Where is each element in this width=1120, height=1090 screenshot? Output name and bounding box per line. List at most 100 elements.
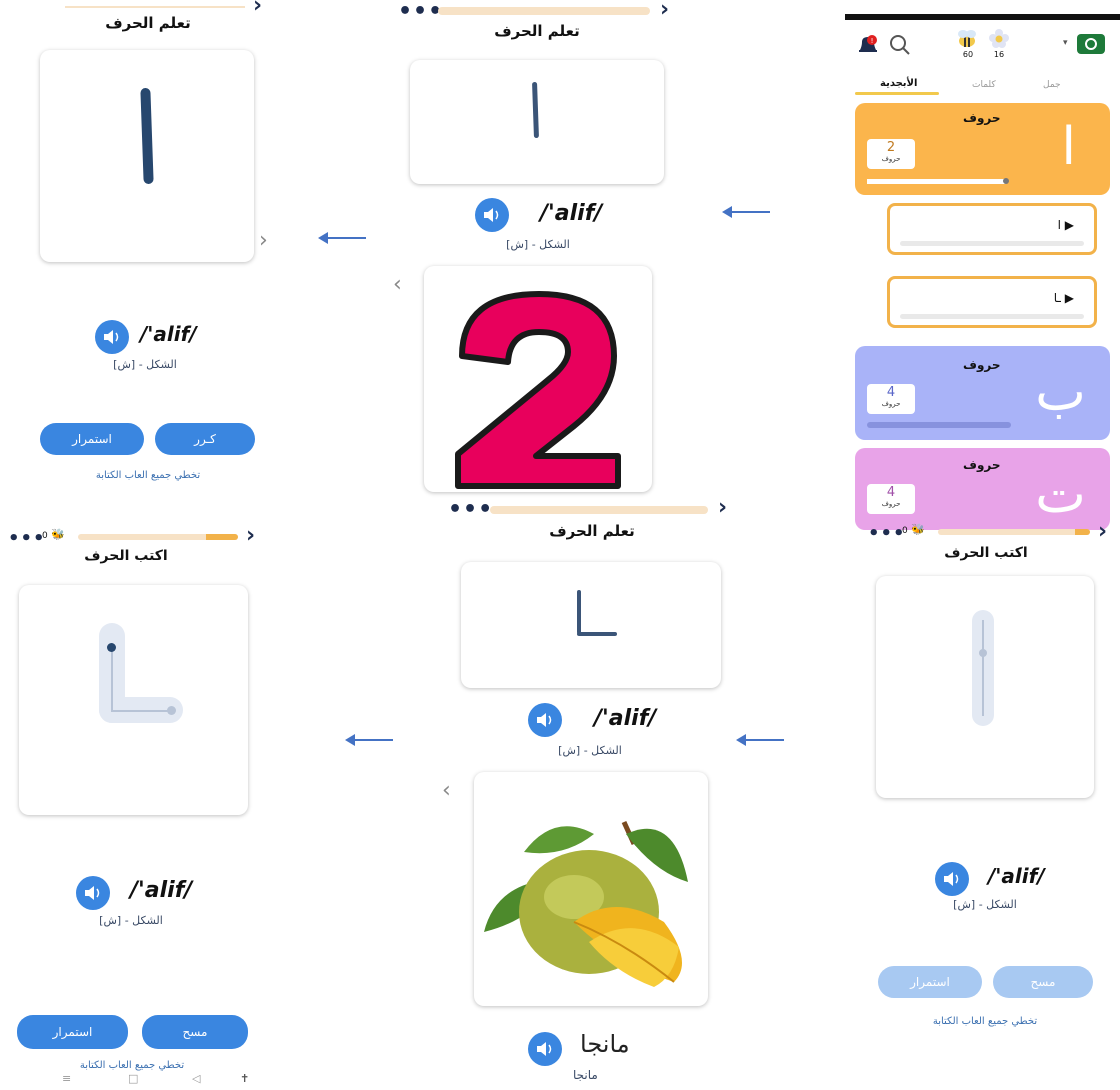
letter-count-box: 4 حروف — [867, 384, 915, 414]
lesson-label: حروف — [963, 111, 1001, 125]
form-label: [ش] - الشكل — [558, 744, 622, 757]
next-chevron-icon[interactable]: › — [259, 228, 268, 253]
speaker-icon — [537, 713, 552, 727]
exit-chevron-icon[interactable]: › — [253, 0, 262, 17]
search-icon[interactable] — [889, 34, 911, 56]
continue-button[interactable]: استمرار — [878, 966, 982, 998]
sub-lesson-label: ـا ▶ — [1053, 291, 1074, 305]
lesson-glyph: ا — [1061, 117, 1076, 177]
flow-arrow — [722, 206, 770, 218]
lesson-progress-track — [867, 422, 1011, 428]
sound-button[interactable] — [95, 320, 129, 354]
letter-stroke-horizontal — [577, 632, 617, 636]
trace-card[interactable] — [19, 585, 248, 815]
flow-arrow — [345, 734, 393, 746]
pronunciation: /'alif/ — [988, 864, 1045, 888]
letter-count: 4 — [886, 385, 896, 400]
play-icon: ▶ — [1064, 291, 1074, 305]
exit-chevron-icon[interactable]: › — [1098, 521, 1107, 543]
skip-writing-link[interactable]: تخطي جميع العاب الكتابة — [48, 470, 248, 481]
letter-card — [410, 60, 664, 184]
sub-lesson-progress — [900, 241, 1084, 246]
continue-button[interactable]: استمرار — [40, 423, 144, 455]
lesson-card-ba[interactable]: حروف 4 حروف ب — [855, 346, 1110, 440]
exit-chevron-icon[interactable]: › — [660, 0, 669, 21]
top-progress-fragment — [65, 6, 245, 8]
home-icon[interactable]: □ — [128, 1072, 138, 1085]
lesson-label: حروف — [963, 358, 1001, 372]
pronunciation: /'alif/ — [540, 201, 603, 226]
lesson-progress-bar — [438, 7, 650, 15]
letter-card — [461, 562, 721, 688]
sound-button[interactable] — [935, 862, 969, 896]
pronunciation: /'alif/ — [140, 322, 197, 346]
trace-path-line — [982, 620, 984, 716]
lesson-glyph: ب — [1035, 360, 1086, 423]
back-icon[interactable]: ◁ — [192, 1072, 200, 1085]
continue-button[interactable]: استمرار — [17, 1015, 128, 1049]
status-bar — [845, 14, 1120, 20]
sub-lesson-label: ا ▶ — [1057, 218, 1074, 232]
lesson-glyph: ت — [1035, 462, 1086, 525]
trace-path-line — [111, 643, 113, 711]
bell-icon[interactable]: ! — [857, 34, 879, 54]
speaker-icon — [484, 208, 499, 222]
form-label: [ش] - الشكل — [99, 914, 163, 927]
trace-card[interactable] — [876, 576, 1094, 798]
tab-alphabet[interactable]: الأبجدية — [880, 78, 917, 89]
letter-count-box: 2 حروف — [867, 139, 915, 169]
letter-card — [40, 50, 254, 262]
sound-button[interactable] — [475, 198, 509, 232]
bee-icon — [955, 28, 979, 50]
traced-stroke — [140, 87, 154, 185]
erase-button[interactable]: مسح — [142, 1015, 248, 1049]
mango-image — [484, 820, 688, 987]
repeat-button[interactable]: كـرر — [155, 423, 255, 455]
page-title: تعلم الحرف — [494, 22, 580, 40]
lesson-progress-bar — [78, 534, 238, 540]
menu-icon[interactable]: ≡ — [62, 1072, 71, 1085]
lesson-label: حروف — [963, 458, 1001, 472]
bee-counter: 0 🐝 — [42, 528, 65, 541]
flow-arrow — [318, 232, 366, 244]
tab-words[interactable]: كلمات — [972, 80, 996, 90]
form-label: [ش] - الشكل — [953, 898, 1017, 911]
tab-sentences[interactable]: جمل — [1043, 80, 1061, 90]
flag-icon — [1077, 34, 1105, 54]
exit-chevron-icon[interactable]: › — [718, 497, 727, 519]
exit-chevron-icon[interactable]: › — [246, 525, 255, 547]
lesson-card-alif[interactable]: حروف 2 حروف ا — [855, 103, 1110, 195]
sound-button[interactable] — [76, 876, 110, 910]
more-options-icon[interactable]: ••• — [448, 499, 493, 521]
more-options-icon[interactable]: ••• — [8, 530, 46, 548]
bee-counter: 0 🐝 — [902, 523, 925, 536]
sound-button[interactable] — [528, 703, 562, 737]
letter-count-label: حروف — [881, 155, 901, 163]
example-word: مانجا — [580, 1030, 630, 1058]
letter-count-label: حروف — [881, 400, 901, 408]
more-options-icon[interactable]: ••• — [868, 525, 906, 543]
accessibility-icon[interactable]: ✝ — [240, 1072, 249, 1085]
lesson-progress-track — [867, 178, 1009, 184]
example-word-caption: مانجا — [573, 1068, 598, 1082]
lesson-card-ta[interactable]: حروف 4 حروف ت — [855, 448, 1110, 530]
language-selector[interactable]: ▾ — [1063, 32, 1109, 56]
erase-button[interactable]: مسح — [993, 966, 1093, 998]
back-chevron-icon[interactable]: ‹ — [442, 778, 451, 803]
flower-icon — [987, 28, 1011, 50]
letter-stroke — [532, 81, 539, 139]
letter-count-box: 4 حروف — [867, 484, 915, 514]
speaker-icon — [104, 330, 119, 344]
skip-writing-link[interactable]: تخطي جميع العاب الكتابة — [885, 1016, 1085, 1027]
skip-writing-link[interactable]: تخطي جميع العاب الكتابة — [32, 1060, 232, 1071]
trace-start-dot[interactable] — [107, 643, 116, 652]
example-image-card — [424, 266, 652, 492]
lesson-progress-fill — [867, 179, 1000, 184]
sound-button[interactable] — [528, 1032, 562, 1066]
lesson-progress-bar — [938, 529, 1090, 535]
sub-lesson-final[interactable]: ـا ▶ — [887, 276, 1097, 328]
back-chevron-icon[interactable]: ‹ — [393, 272, 402, 297]
lesson-progress-bar — [490, 506, 708, 514]
more-options-icon[interactable]: ••• — [398, 1, 443, 23]
sub-lesson-isolated[interactable]: ا ▶ — [887, 203, 1097, 255]
